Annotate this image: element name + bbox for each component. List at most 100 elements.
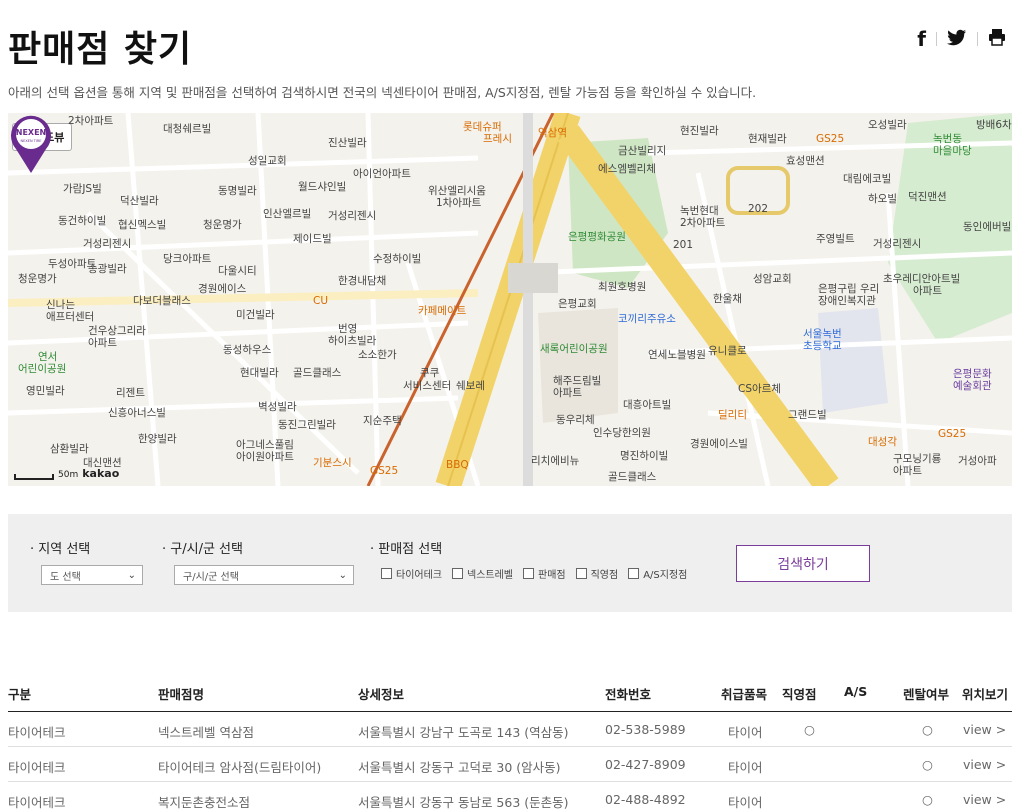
- map-place-label: 협신멕스빌: [118, 219, 167, 231]
- map-place-label: 거성리젠시: [873, 238, 922, 250]
- map-place-label: 동인에버빌: [963, 221, 1012, 233]
- map-place-label: 한울채: [713, 293, 742, 305]
- nexen-store-marker[interactable]: NEXEN NEXEN TIRE: [8, 113, 54, 175]
- map-place-label: 하이츠빌라: [328, 335, 377, 347]
- map-place-label: 동명빌라: [218, 185, 257, 197]
- region-label: · 지역 선택: [30, 542, 91, 557]
- map-place-label: 새록어린이공원: [540, 343, 608, 355]
- cell-item: 타이어: [728, 760, 763, 775]
- district-label: · 구/시/군 선택: [162, 542, 243, 557]
- map-place-label: 쿠쿠: [420, 367, 440, 379]
- cell-view[interactable]: view >: [963, 722, 1006, 737]
- map-place-label: 연서: [38, 351, 58, 363]
- map-place-label: 아파트: [553, 387, 582, 399]
- district-select-value: 구/시/군 선택: [183, 571, 239, 583]
- map-place-label: 골드클래스: [293, 367, 342, 379]
- cell-address: 서울특별시 강동구 동남로 563 (둔촌동): [358, 795, 569, 809]
- twitter-icon[interactable]: [947, 29, 967, 49]
- map-place-label: 현대빌라: [240, 367, 279, 379]
- map-place-label: 영민빌라: [26, 385, 65, 397]
- check-direct[interactable]: 직영점: [575, 566, 618, 581]
- map-place-label: 방배6차: [976, 119, 1012, 131]
- map-place-label: 그랜드빌: [788, 409, 827, 421]
- header-address: 상세정보: [358, 687, 405, 702]
- map-place-label: 경원에이스: [198, 283, 247, 295]
- map-place-label: 대림에코빌: [843, 173, 892, 185]
- check-dealer[interactable]: 판매점: [523, 566, 566, 581]
- map-place-label: 녹번동: [933, 133, 962, 145]
- map-place-label: 오성빌라: [868, 119, 907, 131]
- cell-type: 타이어테크: [8, 760, 66, 775]
- checkbox[interactable]: [575, 568, 587, 579]
- map-place-label: 대흥아트빌: [623, 399, 672, 411]
- header-rental: 렌탈여부: [903, 687, 950, 702]
- cell-rental: ○: [922, 722, 933, 737]
- map-place-label: 청운명가: [18, 273, 57, 285]
- map-place-label: 현진빌라: [680, 125, 719, 137]
- header-view: 위치보기: [962, 687, 1009, 702]
- store-type-checks: 타이어테크 넥스트레벨 판매점 직영점 A/S지정점: [381, 566, 687, 581]
- map-place-label: 거성리젠시: [328, 210, 377, 222]
- cell-item: 타이어: [728, 795, 763, 809]
- map-place-label: 송광빌라: [88, 263, 127, 275]
- chevron-down-icon: ⌄: [338, 569, 347, 581]
- map-place-label: 롯데슈퍼: [463, 121, 502, 133]
- cell-view[interactable]: view >: [963, 757, 1006, 772]
- store-type-label: · 판매점 선택: [370, 542, 443, 557]
- checkbox[interactable]: [452, 568, 463, 579]
- store-map[interactable]: 로드뷰 2차아파트대청쉐르빌롯데슈퍼프레시역삼역현진빌라현재빌라GS25오성빌라…: [8, 113, 1012, 486]
- map-place-label: 2차아파트: [68, 115, 114, 127]
- checkbox[interactable]: [523, 568, 534, 579]
- search-button[interactable]: 검색하기: [736, 545, 870, 582]
- map-place-label: 신흥아너스빌: [108, 407, 166, 419]
- map-place-label: 현재빌라: [748, 133, 787, 145]
- map-place-label: 월드샤인빌: [298, 181, 347, 193]
- map-scale: 50m kakao: [14, 467, 119, 480]
- map-place-label: 진산빌라: [328, 137, 367, 149]
- map-place-label: 동건하이빌: [58, 215, 107, 227]
- check-nextlevel[interactable]: 넥스트레벨: [452, 566, 513, 581]
- cell-address: 서울특별시 강동구 고덕로 30 (암사동): [358, 760, 561, 775]
- print-icon[interactable]: [988, 28, 1006, 49]
- cell-rental: ○: [922, 757, 933, 772]
- map-place-label: 아파트: [893, 465, 922, 477]
- map-place-label: CS아르체: [738, 383, 781, 395]
- checkbox[interactable]: [628, 568, 640, 579]
- map-place-label: 서울녹번: [803, 328, 842, 340]
- district-select[interactable]: 구/시/군 선택 ⌄: [174, 565, 354, 585]
- map-place-label: 코끼리주유소: [618, 313, 676, 325]
- scale-text: 50m: [58, 470, 79, 480]
- map-place-label: 202: [748, 203, 769, 215]
- region-select-value: 도 선택: [50, 571, 81, 583]
- kakao-logo: kakao: [82, 467, 120, 480]
- map-place-label: 녹번현대: [680, 205, 719, 217]
- map-place-label: 아파트: [913, 285, 942, 297]
- map-place-label: 대성각: [868, 436, 897, 448]
- map-place-label: 경원에이스빌: [690, 438, 748, 450]
- map-place-label: 애프터센터: [46, 311, 95, 323]
- map-place-label: 미건빌라: [236, 309, 275, 321]
- map-place-label: 서비스센터: [403, 380, 452, 392]
- map-place-label: 유니클로: [708, 345, 747, 357]
- map-place-label: 초등학교: [803, 340, 842, 352]
- table-row: 타이어테크 넥스트레벨 역삼점 서울특별시 강남구 도곡로 143 (역삼동) 02-…: [8, 712, 1012, 747]
- map-place-label: 해주드림빌: [553, 375, 602, 387]
- map-place-label: 제이드빌: [293, 233, 332, 245]
- map-place-label: 2차아파트: [680, 217, 726, 229]
- facebook-icon[interactable]: f: [917, 29, 926, 49]
- cell-view[interactable]: view >: [963, 792, 1006, 807]
- region-select[interactable]: 도 선택 ⌄: [41, 565, 143, 585]
- cell-type: 타이어테크: [8, 795, 66, 809]
- map-place-label: GS25: [816, 133, 845, 145]
- checkbox[interactable]: [381, 568, 392, 579]
- map-place-label: 쉐보레: [456, 380, 485, 392]
- cell-address: 서울특별시 강남구 도곡로 143 (역삼동): [358, 725, 569, 740]
- check-tiretech[interactable]: 타이어테크: [381, 566, 442, 581]
- cell-item: 타이어: [728, 725, 763, 740]
- map-place-label: 가람JS빌: [63, 183, 102, 195]
- map-place-label: 에스엠벨리체: [598, 163, 656, 175]
- map-place-label: 당크아파트: [163, 253, 212, 265]
- cell-phone: 02-538-5989: [605, 722, 686, 737]
- map-place-label: 기분스시: [313, 457, 352, 469]
- check-as-center[interactable]: A/S지정점: [628, 566, 687, 581]
